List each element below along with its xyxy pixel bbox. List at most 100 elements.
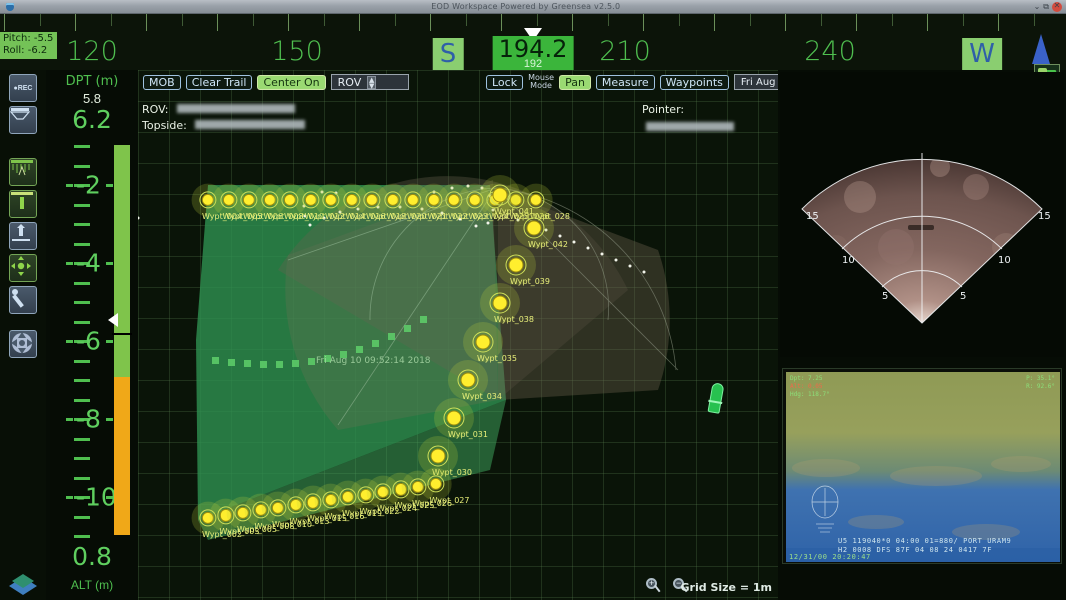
mob-button[interactable]: MOB [143, 75, 181, 90]
video-overlay-button[interactable] [9, 106, 37, 134]
eod-workspace-window: EOD Workspace Powered by Greensea v2.5.0… [0, 0, 1066, 600]
compass-cardinal-s: S [433, 38, 464, 70]
camera-compass-rose-icon [808, 482, 842, 540]
attitude-readout: Pitch: -5.5 Roll: -6.2 [0, 32, 57, 59]
lock-button[interactable]: Lock [486, 75, 523, 90]
dpt-big-value: 6.2 [46, 105, 138, 134]
profile-icon [10, 191, 34, 211]
compass-tick [750, 14, 751, 26]
svg-text:15: 15 [806, 211, 819, 222]
waypoint-dot [476, 335, 491, 350]
compass-ribbon: 120150210240 S W 194.2 192 [0, 14, 1066, 70]
compass-tick [608, 14, 609, 26]
map-toolbar[interactable]: MOB Clear Trail Center On ROV ▲▼ [143, 74, 409, 90]
depth-tick-label: -6 [76, 327, 101, 356]
minimize-icon[interactable]: ⌄ [1034, 3, 1041, 11]
compass-tick [892, 14, 893, 26]
waypoint-dot [493, 188, 508, 203]
thruster-pad-icon [10, 331, 34, 355]
compass-tick [395, 14, 396, 26]
compass-tick [111, 14, 112, 26]
restore-icon[interactable]: ⧉ [1043, 3, 1049, 11]
waypoint-label: Wypt_042 [528, 240, 568, 249]
close-icon[interactable]: ✕ [1052, 2, 1062, 12]
camera-osd-alt: Alt: 0.05 [790, 383, 823, 391]
waypoint-label: Wypt_031 [448, 430, 488, 439]
chevron-updown-icon[interactable]: ▲▼ [367, 76, 376, 89]
camera-bottom-line1: U5 119040*0 04:00 01=880/ PORT URAM9 [838, 537, 1011, 545]
station-keep-button[interactable] [9, 254, 37, 282]
compass-tick [217, 14, 218, 31]
map-view[interactable]: Fri Aug 10 09:52:14 2018 Wypt_004Wypt_00… [138, 70, 778, 600]
submarine-icon [2, 1, 18, 13]
center-on-button[interactable]: Center On [257, 75, 325, 90]
compass-tick [501, 14, 502, 31]
grid-size-label: Grid Size = 1m [681, 581, 772, 594]
compass-tick [75, 14, 76, 31]
pan-button[interactable]: Pan [559, 75, 591, 90]
center-target-select[interactable]: ROV ▲▼ [331, 74, 409, 90]
mouse-mode-label: Mouse Mode [528, 74, 554, 90]
altimeter-button[interactable] [9, 222, 37, 250]
compass-tick [856, 14, 857, 31]
depth-tick [74, 301, 90, 304]
camera-panel[interactable]: Dpt: 7.25 Alt: 0.05 Hdg: 118.7° P: 35.1°… [782, 368, 1062, 564]
altimeter-arrow-icon [10, 223, 32, 243]
svg-text:10: 10 [998, 255, 1011, 266]
pointer-readout: Pointer: [642, 100, 778, 136]
topside-readout-label: Topside: [142, 119, 187, 132]
depth-altitude-gauge: DPT (m) 5.8 6.2 -2-4-6-8-10 0.8 ALT (m) [46, 70, 138, 600]
pitch-value: Pitch: -5.5 [3, 33, 54, 45]
svg-text:5: 5 [882, 291, 888, 302]
manipulator-button[interactable] [9, 286, 37, 314]
profile-button[interactable] [9, 190, 37, 218]
compass-tick [430, 14, 431, 31]
dpt-label: DPT (m) [46, 74, 138, 89]
sonar-panel[interactable]: 15 15 10 10 5 5 [780, 72, 1064, 357]
depth-tick [74, 204, 90, 207]
depth-tick [74, 321, 90, 324]
timestamp-select[interactable]: Fri Aug 10 09:52:14 20 ▲▼ [734, 74, 778, 90]
thruster-pad-button[interactable] [9, 330, 37, 358]
depth-tick [74, 165, 90, 168]
layers-icon[interactable] [9, 574, 37, 596]
depth-tick [74, 282, 90, 285]
camera-osd-depth: Dpt: 7.25 [790, 375, 823, 383]
window-title: EOD Workspace Powered by Greensea v2.5.0 [18, 2, 1034, 11]
window-controls[interactable]: ⌄ ⧉ ✕ [1034, 2, 1062, 12]
pointer-readout-label: Pointer: [642, 103, 684, 116]
map-toolbar-right[interactable]: Lock Mouse Mode Pan Measure Waypoints Fr… [486, 74, 778, 90]
compass-tick [572, 14, 573, 31]
record-icon: ●REC [10, 75, 36, 101]
center-target-value: ROV [338, 76, 362, 89]
rov-readout-value [177, 104, 295, 113]
compass-tick [182, 14, 183, 26]
compass-tick [927, 14, 928, 31]
compass-degree-label: 150 [271, 36, 323, 67]
sonar-fan-display: 15 15 10 10 5 5 [780, 127, 1064, 327]
roll-indicator-icon [1032, 34, 1050, 64]
depth-tick [74, 438, 90, 441]
record-button[interactable]: ●REC [9, 74, 37, 102]
waypoints-button[interactable]: Waypoints [660, 75, 729, 90]
camera-osd-roll: R: 92.6° [1026, 383, 1055, 391]
depth-tick-label: -8 [76, 405, 101, 434]
depth-tick-wide [106, 262, 113, 265]
topside-readout: Topside: [142, 116, 305, 134]
compass-tick [253, 14, 254, 26]
compass-tick [643, 14, 644, 31]
station-keep-icon [10, 255, 32, 277]
waypoint-dot [527, 221, 542, 236]
compass-degree-label: 120 [66, 36, 118, 67]
multibeam-button[interactable] [9, 158, 37, 186]
depth-tick [74, 477, 90, 480]
zoom-in-icon[interactable]: + [646, 578, 660, 592]
depth-tick-label: -4 [76, 249, 101, 278]
clear-trail-button[interactable]: Clear Trail [186, 75, 253, 90]
depth-tick-wide [66, 184, 73, 187]
depth-tick [74, 516, 90, 519]
camera-bottom-date: 12/31/00 20:20:47 [789, 553, 871, 561]
svg-text:10: 10 [842, 255, 855, 266]
measure-button[interactable]: Measure [596, 75, 655, 90]
title-bar: EOD Workspace Powered by Greensea v2.5.0… [0, 0, 1066, 14]
